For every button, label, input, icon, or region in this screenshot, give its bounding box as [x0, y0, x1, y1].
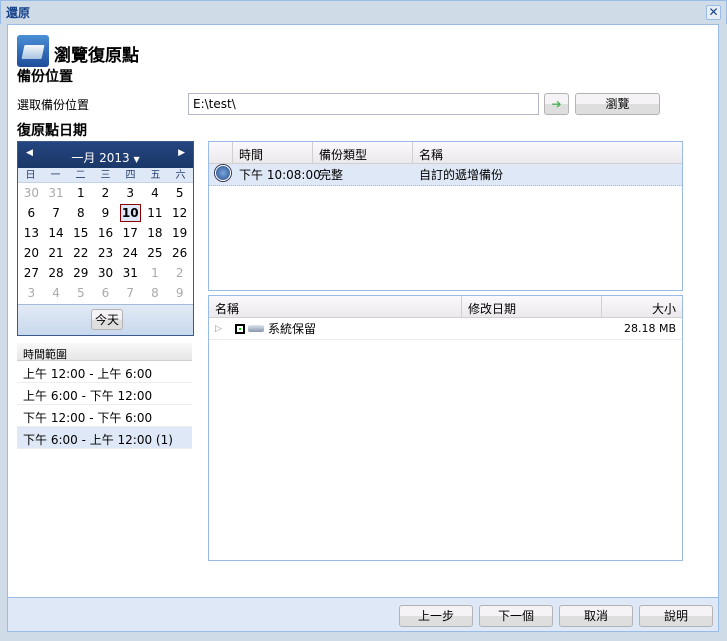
column-header-name[interactable]: 名稱: [413, 142, 682, 163]
calendar-day[interactable]: 14: [44, 223, 69, 243]
time-range-item[interactable]: 上午 6:00 - 下午 12:00: [17, 383, 192, 405]
expand-triangle-icon[interactable]: ▷: [209, 324, 229, 334]
calendar-day[interactable]: 28: [44, 263, 69, 283]
calendar-day[interactable]: 6: [93, 283, 118, 303]
weekday-label: 日: [25, 170, 36, 181]
calendar-day[interactable]: 4: [44, 283, 69, 303]
calendar-day[interactable]: 19: [167, 223, 192, 243]
calendar-day[interactable]: 9: [167, 283, 192, 303]
help-button[interactable]: 說明: [639, 605, 713, 627]
calendar-days: 30 31 1 2 3 4 5 6 7 8 9 10 11 12 13 14 15 16 17 18 19 20 21 22 2…: [18, 183, 193, 303]
folder-open-icon: [17, 35, 49, 67]
close-icon[interactable]: ✕: [706, 5, 721, 20]
backup-location-heading: 備份位置: [17, 69, 73, 85]
column-header-time[interactable]: 時間: [233, 142, 313, 163]
calendar-day[interactable]: 20: [19, 243, 44, 263]
page-title: 瀏覽復原點: [54, 46, 139, 66]
calendar-day[interactable]: 2: [167, 263, 192, 283]
back-button[interactable]: 上一步: [399, 605, 473, 627]
file-size: 28.18 MB: [623, 322, 676, 335]
calendar-day[interactable]: 18: [143, 223, 168, 243]
weekday-header: 日一二三四五六: [18, 168, 193, 183]
weekday-label: 五: [150, 170, 161, 181]
checkbox[interactable]: [235, 323, 245, 334]
calendar-day[interactable]: 30: [93, 263, 118, 283]
weekday-label: 三: [100, 170, 111, 181]
file-name: 系統保留: [268, 322, 317, 336]
calendar-day[interactable]: 25: [143, 243, 168, 263]
calendar-day[interactable]: 22: [68, 243, 93, 263]
calendar: ◀ 一月 2013 ▼ ▶ 日一二三四五六 30 31 1 2 3 4 5 6 7 8 9 10 11 1…: [17, 141, 194, 336]
recovery-date-heading: 復原點日期: [17, 123, 87, 139]
calendar-day[interactable]: 5: [167, 183, 192, 203]
clock-icon: [215, 165, 231, 181]
calendar-day[interactable]: 1: [143, 263, 168, 283]
time-range-item[interactable]: 下午 6:00 - 上午 12:00 (1): [17, 427, 192, 449]
row-time: 下午 10:08:00: [239, 168, 321, 182]
calendar-day[interactable]: 24: [118, 243, 143, 263]
calendar-day[interactable]: 21: [44, 243, 69, 263]
triangle-right-icon[interactable]: ▶: [178, 148, 185, 158]
calendar-day[interactable]: 13: [19, 223, 44, 243]
calendar-day[interactable]: 7: [44, 203, 69, 223]
drive-icon: [248, 325, 264, 332]
today-button[interactable]: 今天: [91, 309, 123, 330]
backup-location-input[interactable]: [188, 93, 539, 115]
arrow-right-icon: ➔: [551, 97, 562, 111]
time-range-header: 時間範圍: [17, 343, 192, 361]
window-title: 還原: [6, 6, 31, 20]
month-selector[interactable]: 一月 2013 ▼: [18, 149, 193, 166]
calendar-day[interactable]: 31: [118, 263, 143, 283]
calendar-day[interactable]: 30: [19, 183, 44, 203]
row-name: 自訂的遞增備份: [419, 168, 504, 182]
time-range-item[interactable]: 下午 12:00 - 下午 6:00: [17, 405, 192, 427]
next-button[interactable]: 下一個: [479, 605, 553, 627]
column-header-type[interactable]: 備份類型: [313, 142, 413, 163]
cancel-button[interactable]: 取消: [559, 605, 633, 627]
calendar-day[interactable]: 3: [118, 183, 143, 203]
calendar-day[interactable]: 27: [19, 263, 44, 283]
calendar-day[interactable]: 23: [93, 243, 118, 263]
weekday-label: 四: [125, 170, 136, 181]
calendar-day[interactable]: 8: [143, 283, 168, 303]
row-type: 完整: [319, 168, 344, 182]
file-row[interactable]: ▷ 系統保留 28.18 MB: [209, 318, 682, 340]
calendar-day[interactable]: 5: [68, 283, 93, 303]
calendar-day[interactable]: 16: [93, 223, 118, 243]
icon-column-header: [209, 142, 233, 163]
go-button[interactable]: ➔: [544, 93, 569, 115]
calendar-day[interactable]: 3: [19, 283, 44, 303]
calendar-day[interactable]: 7: [118, 283, 143, 303]
browse-button[interactable]: 瀏覽: [575, 93, 660, 115]
calendar-day[interactable]: 12: [167, 203, 192, 223]
calendar-day[interactable]: 9: [93, 203, 118, 223]
calendar-day[interactable]: 17: [118, 223, 143, 243]
recovery-points-grid: 時間 備份類型 名稱 下午 10:08:00 完整 自訂的遞增備份: [208, 141, 683, 291]
time-range-list: 時間範圍 上午 12:00 - 上午 6:00 上午 6:00 - 下午 12:0…: [17, 343, 192, 449]
backup-location-label: 選取備份位置: [17, 98, 90, 112]
calendar-day[interactable]: 6: [19, 203, 44, 223]
title-bar: [0, 0, 727, 24]
calendar-day[interactable]: 29: [68, 263, 93, 283]
calendar-day[interactable]: 11: [143, 203, 168, 223]
calendar-day[interactable]: 31: [44, 183, 69, 203]
calendar-day[interactable]: 10: [119, 204, 141, 222]
calendar-day[interactable]: 8: [68, 203, 93, 223]
calendar-day[interactable]: 26: [167, 243, 192, 263]
calendar-day[interactable]: 1: [68, 183, 93, 203]
calendar-day[interactable]: 4: [143, 183, 168, 203]
files-grid: 名稱 修改日期 大小 ▷ 系統保留 28.18 MB: [208, 295, 683, 561]
month-label: 一月 2013: [71, 151, 130, 165]
calendar-day[interactable]: 2: [93, 183, 118, 203]
recovery-point-row[interactable]: 下午 10:08:00 完整 自訂的遞增備份: [209, 164, 682, 186]
weekday-label: 一: [50, 170, 61, 181]
weekday-label: 六: [175, 170, 186, 181]
column-header-name[interactable]: 名稱: [209, 296, 462, 317]
weekday-label: 二: [75, 170, 86, 181]
column-header-size[interactable]: 大小: [602, 296, 682, 317]
time-range-item[interactable]: 上午 12:00 - 上午 6:00: [17, 361, 192, 383]
calendar-day[interactable]: 15: [68, 223, 93, 243]
chevron-down-icon: ▼: [133, 155, 140, 164]
column-header-modified[interactable]: 修改日期: [462, 296, 602, 317]
